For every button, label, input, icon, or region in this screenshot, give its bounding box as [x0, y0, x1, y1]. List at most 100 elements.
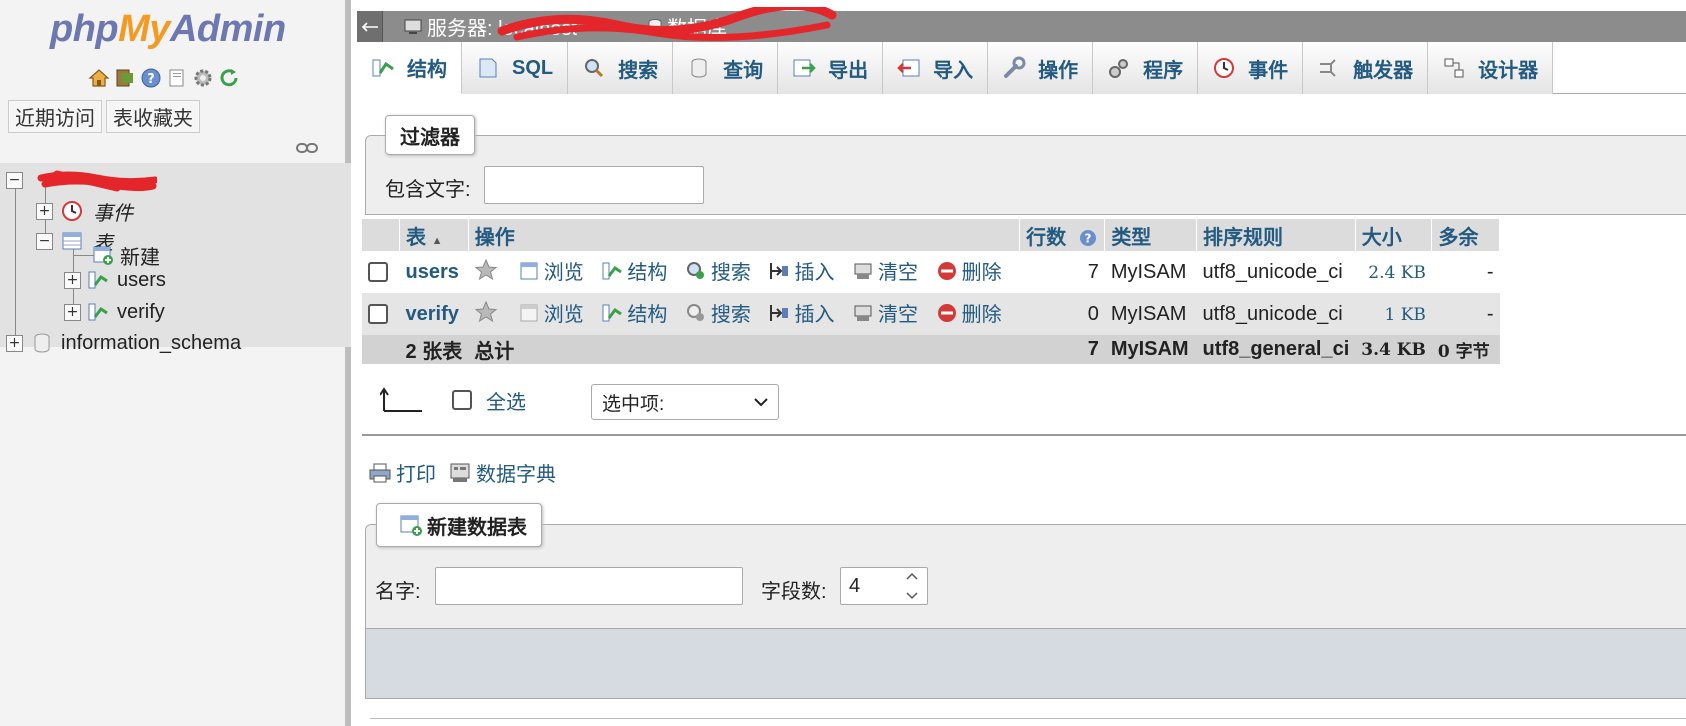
header-table[interactable]: 表 ▲ — [399, 219, 469, 251]
structure-icon — [371, 56, 395, 80]
select-all-checkbox[interactable]: 全选 — [452, 386, 526, 415]
insert-button[interactable]: 插入 — [768, 298, 834, 327]
chevron-up-icon[interactable] — [906, 572, 918, 580]
arrow-up-icon — [380, 387, 422, 412]
favorite-star-icon[interactable] — [474, 258, 498, 282]
main-tabs: 结构 SQL 搜索 查询 导出 导入 操作 程序 事件 触发器 设计器 — [357, 42, 1686, 94]
row-checkbox[interactable] — [368, 262, 388, 283]
tab-export[interactable]: 导出 — [778, 42, 884, 94]
expand-icon[interactable]: + — [6, 334, 23, 352]
table-row: users 浏览 结构 搜索 插入 清空 删除 7 MyISAM utf8_un… — [362, 251, 1500, 293]
favorite-star-icon[interactable] — [474, 300, 498, 324]
tab-search[interactable]: 搜索 — [568, 42, 674, 94]
clock-icon — [61, 200, 83, 222]
filter-legend: 过滤器 — [385, 115, 475, 155]
recent-tables-button[interactable]: 近期访问 — [8, 100, 102, 133]
header-size[interactable]: 大小 — [1355, 219, 1433, 251]
header-collation[interactable]: 排序规则 — [1196, 219, 1356, 251]
help-icon[interactable]: ? — [1078, 228, 1098, 248]
header-action: 操作 — [468, 219, 1021, 251]
row-size-link[interactable]: 1 KB — [1385, 305, 1426, 325]
reload-icon[interactable] — [218, 67, 240, 89]
designer-icon — [1442, 56, 1466, 80]
header-overhead[interactable]: 多余 — [1431, 219, 1500, 251]
tab-triggers[interactable]: 触发器 — [1303, 42, 1429, 94]
header-type[interactable]: 类型 — [1104, 219, 1198, 251]
search-icon — [686, 303, 704, 321]
structure-button[interactable]: 结构 — [601, 298, 667, 327]
tree-row-table-verify[interactable]: + verify — [64, 297, 165, 327]
tree-row-table-users[interactable]: + users — [64, 265, 166, 295]
row-size-link[interactable]: 2.4 KB — [1368, 263, 1426, 283]
tab-designer[interactable]: 设计器 — [1428, 42, 1554, 94]
empty-icon — [854, 263, 872, 279]
data-dictionary-icon — [450, 463, 470, 482]
tab-routines[interactable]: 程序 — [1093, 42, 1199, 94]
tree-label-verify: verify — [117, 300, 165, 323]
tree-label-users: users — [117, 268, 166, 291]
export-icon — [792, 56, 816, 80]
tree-label-information-schema: information_schema — [61, 331, 242, 354]
header-rows[interactable]: 行数 ? — [1019, 219, 1106, 251]
search-button[interactable]: 搜索 — [685, 256, 751, 285]
logout-icon[interactable] — [114, 67, 136, 89]
tree-row-events[interactable]: + 事件 — [36, 196, 133, 226]
chevron-down-icon[interactable] — [906, 592, 918, 600]
browse-button[interactable]: 浏览 — [518, 256, 584, 285]
print-icon — [369, 463, 391, 482]
phpmyadmin-logo[interactable]: phpMyAdmin — [50, 8, 286, 51]
tab-operations[interactable]: 操作 — [988, 42, 1094, 94]
print-link[interactable]: 打印 — [368, 458, 436, 487]
drop-button[interactable]: 删除 — [936, 298, 1002, 327]
table-icon — [61, 230, 83, 252]
row-actions: 浏览 结构 搜索 插入 清空 删除 — [468, 293, 1020, 335]
table-name-link[interactable]: verify — [406, 303, 459, 325]
tab-import[interactable]: 导入 — [883, 42, 989, 94]
search-button[interactable]: 搜索 — [685, 298, 751, 327]
fields-count-stepper[interactable]: 4 — [840, 567, 928, 605]
structure-button[interactable]: 结构 — [601, 256, 667, 285]
browse-button[interactable]: 浏览 — [518, 298, 584, 327]
row-collation: utf8_unicode_ci — [1196, 293, 1356, 335]
data-dictionary-link[interactable]: 数据字典 — [448, 458, 556, 487]
section-divider — [370, 718, 1686, 719]
insert-button[interactable]: 插入 — [768, 256, 834, 285]
table-name-link[interactable]: users — [406, 261, 459, 283]
drop-button[interactable]: 删除 — [936, 256, 1002, 285]
browse-icon — [520, 262, 538, 280]
docs-icon[interactable] — [166, 67, 188, 89]
collapse-icon[interactable]: − — [36, 232, 53, 250]
expand-icon[interactable]: + — [64, 271, 81, 289]
table-name-input[interactable] — [435, 567, 743, 605]
collapse-icon[interactable]: − — [6, 171, 23, 189]
help-icon[interactable]: ? — [140, 67, 162, 89]
stepper-arrows[interactable] — [901, 572, 923, 600]
expand-icon[interactable]: + — [36, 202, 53, 220]
row-type: MyISAM — [1104, 251, 1197, 293]
link-icon[interactable] — [296, 138, 318, 153]
favorite-tables-button[interactable]: 表收藏夹 — [106, 100, 200, 133]
print-links: 打印 数据字典 — [368, 458, 556, 487]
settings-icon[interactable] — [192, 67, 214, 89]
collapse-nav-button[interactable] — [357, 11, 383, 42]
search-icon — [686, 261, 704, 279]
empty-button[interactable]: 清空 — [852, 298, 918, 327]
empty-button[interactable]: 清空 — [852, 256, 918, 285]
search-icon — [582, 56, 606, 80]
empty-icon — [854, 305, 872, 321]
tree-row-information-schema[interactable]: + information_schema — [6, 328, 241, 358]
filter-input[interactable] — [484, 166, 704, 204]
home-icon[interactable] — [88, 67, 110, 89]
tab-query[interactable]: 查询 — [673, 42, 779, 94]
tab-events[interactable]: 事件 — [1198, 42, 1304, 94]
row-checkbox[interactable] — [368, 304, 388, 325]
tab-structure[interactable]: 结构 — [357, 42, 462, 94]
tab-sql[interactable]: SQL — [462, 42, 569, 94]
tree-row-database[interactable]: − — [6, 165, 157, 195]
row-actions: 浏览 结构 搜索 插入 清空 删除 — [468, 251, 1020, 293]
expand-icon[interactable]: + — [64, 303, 81, 321]
select-all-box[interactable] — [452, 390, 472, 410]
with-selected-dropdown[interactable]: 选中项: — [591, 384, 779, 420]
tree-connector — [15, 181, 16, 347]
row-collation: utf8_unicode_ci — [1196, 251, 1356, 293]
